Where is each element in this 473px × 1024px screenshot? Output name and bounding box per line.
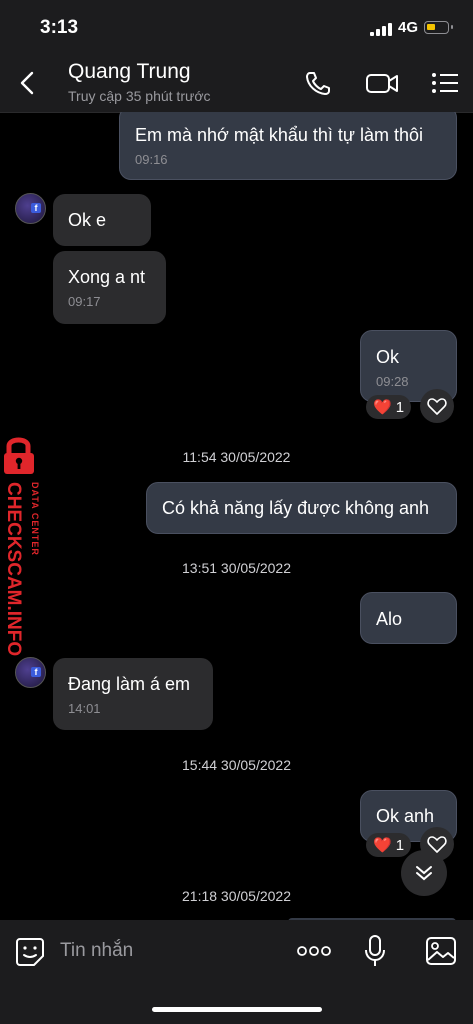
status-time: 3:13: [40, 17, 79, 38]
reaction-badge[interactable]: ❤️ 1: [366, 833, 412, 857]
message-time: 14:01: [68, 701, 101, 716]
message-input[interactable]: Tin nhắn: [60, 940, 133, 962]
message-text: Ok e: [68, 210, 107, 230]
heart-emoji-icon: ❤️: [373, 399, 392, 416]
message-bubble[interactable]: Em mà nhớ mật khẩu thì tự làm thôi 09:16: [119, 112, 457, 180]
message-time: 09:16: [135, 152, 168, 167]
more-options-icon[interactable]: [297, 944, 331, 958]
message-list[interactable]: Em mà nhớ mật khẩu thì tự làm thôi 09:16…: [0, 112, 473, 920]
signal-icon: [370, 22, 392, 36]
battery-icon: [424, 21, 453, 34]
home-indicator: [152, 1007, 322, 1012]
heart-emoji-icon: ❤️: [373, 837, 392, 854]
date-separator: 15:44 30/05/2022: [182, 757, 291, 773]
message-bubble[interactable]: Alo: [360, 592, 457, 644]
heart-outline-icon[interactable]: [420, 389, 454, 423]
double-chevron-down-icon: [416, 866, 432, 881]
message-text: Alo: [376, 609, 403, 629]
date-separator: 21:18 30/05/2022: [182, 888, 291, 904]
network-label: 4G: [398, 19, 419, 36]
phone-icon[interactable]: [302, 68, 336, 98]
message-bubble[interactable]: Xong a nt 09:17: [53, 251, 166, 324]
message-text: Em mà nhớ mật khẩu thì tự làm thôi: [135, 125, 423, 145]
avatar[interactable]: f: [15, 657, 46, 688]
message-time: 09:28: [376, 374, 409, 389]
message-text: Xong a nt: [68, 267, 146, 287]
chat-header: Quang Trung Truy cập 35 phút trước: [0, 56, 473, 113]
avatar[interactable]: f: [15, 193, 46, 224]
back-icon[interactable]: [14, 68, 42, 98]
menu-icon[interactable]: [428, 68, 462, 98]
last-seen: Truy cập 35 phút trước: [68, 88, 211, 104]
reaction-badge[interactable]: ❤️ 1: [366, 395, 412, 419]
message-text: Ok anh: [376, 806, 435, 826]
video-icon[interactable]: [365, 68, 399, 98]
message-bubble[interactable]: Ok e: [53, 194, 151, 246]
status-bar: 3:13 4G: [0, 0, 473, 56]
reaction-count: 1: [395, 398, 405, 416]
image-gallery-icon[interactable]: [425, 936, 457, 966]
message-bubble[interactable]: Đang làm á em 14:01: [53, 658, 213, 730]
message-bubble[interactable]: Có khả năng lấy được không anh: [146, 482, 457, 534]
date-separator: 13:51 30/05/2022: [182, 560, 291, 576]
message-time: 09:17: [68, 294, 101, 309]
reaction-count: 1: [395, 836, 405, 854]
microphone-icon[interactable]: [364, 934, 386, 968]
emoji-sticker-icon[interactable]: [14, 936, 46, 968]
message-text: Có khả năng lấy được không anh: [162, 498, 430, 518]
message-text: Đang làm á em: [68, 674, 191, 694]
contact-name[interactable]: Quang Trung: [68, 60, 191, 84]
message-text: Ok: [376, 347, 400, 367]
date-separator: 11:54 30/05/2022: [182, 449, 291, 465]
